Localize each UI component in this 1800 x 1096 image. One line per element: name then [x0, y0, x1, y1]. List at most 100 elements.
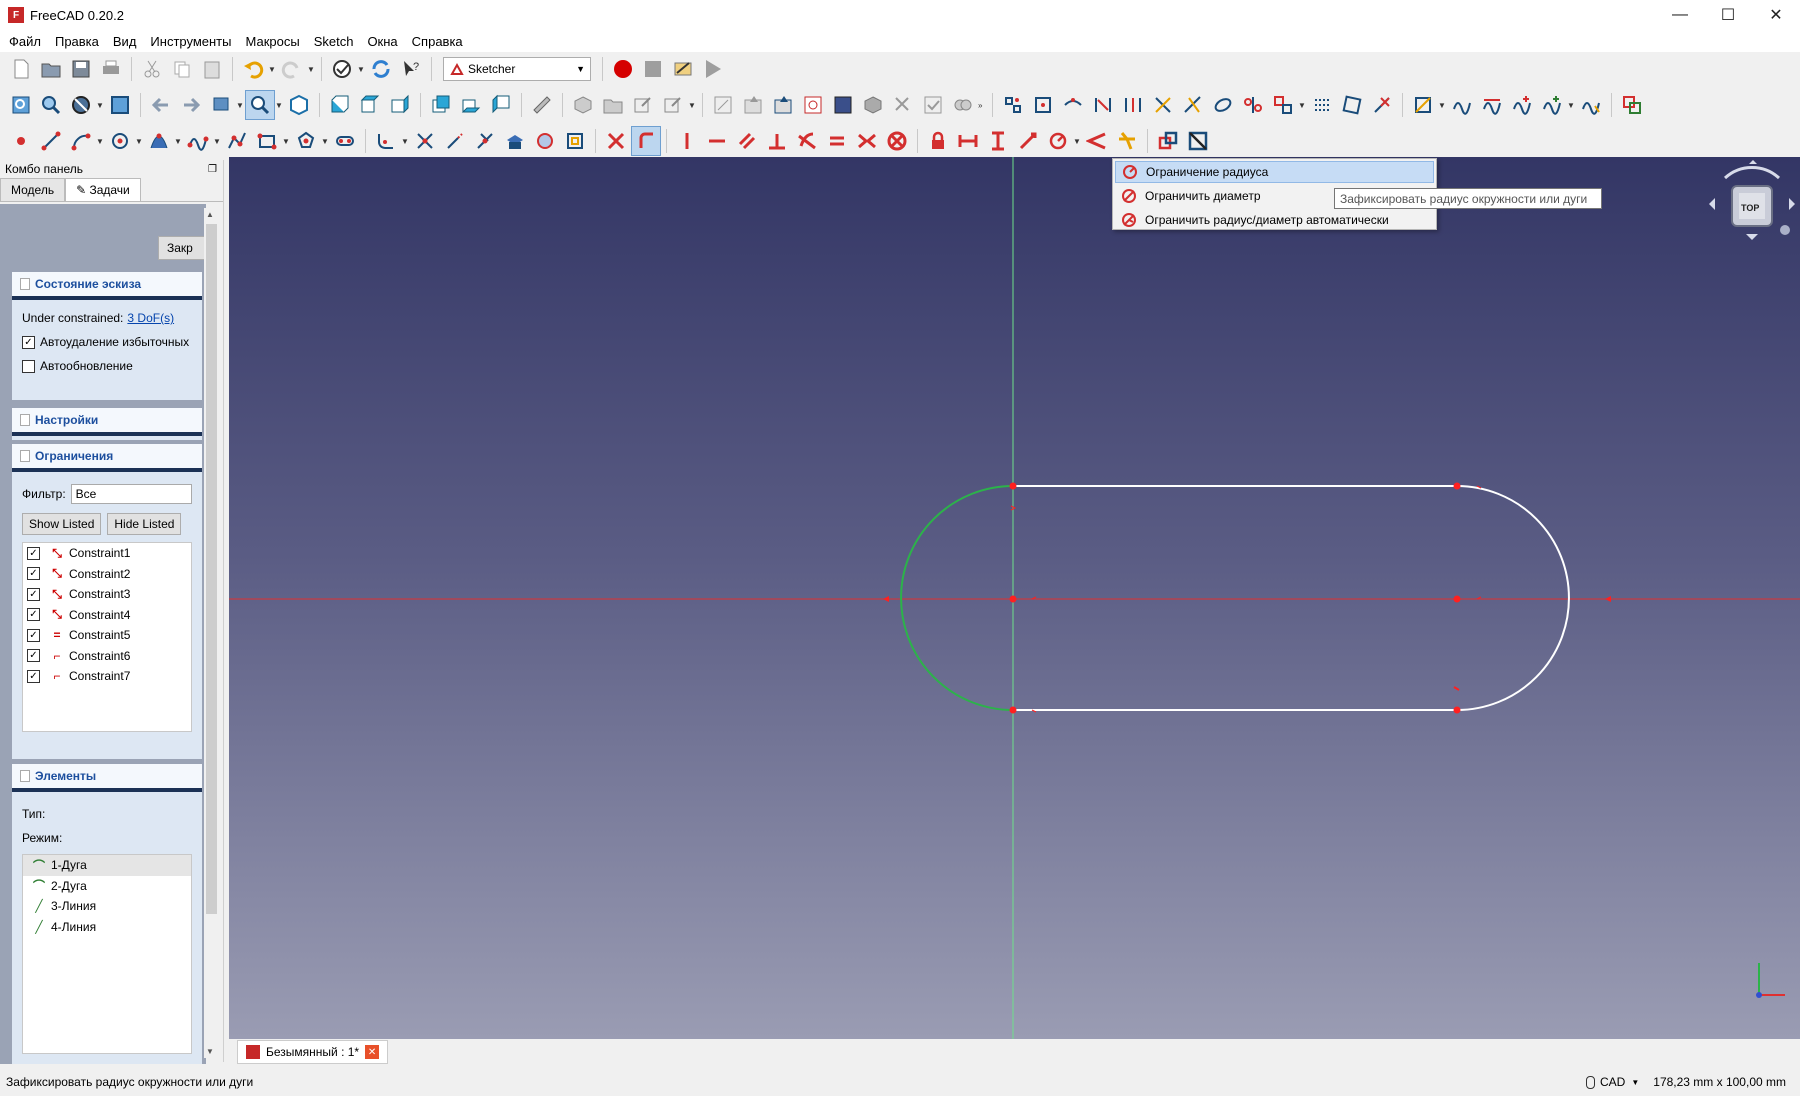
- restore-internal-geometry-icon[interactable]: [1208, 90, 1238, 120]
- constrain-lock-icon[interactable]: [923, 126, 953, 156]
- list-item[interactable]: ✓ ⌐ Constraint6: [23, 646, 191, 667]
- create-polygon-dropdown-icon[interactable]: ▼: [321, 137, 330, 146]
- draw-style-dropdown-icon[interactable]: ▼: [96, 101, 105, 110]
- list-item[interactable]: ✓ ⤡ Constraint4: [23, 605, 191, 626]
- sync-view-dropdown-icon[interactable]: ▼: [236, 101, 245, 110]
- external-geometry-icon[interactable]: [500, 126, 530, 156]
- view-section-icon[interactable]: [828, 90, 858, 120]
- 3d-viewport[interactable]: [229, 157, 1800, 1039]
- measure-distance-icon[interactable]: [527, 90, 557, 120]
- constraint-checkbox[interactable]: ✓: [27, 628, 40, 642]
- construction-mode-icon[interactable]: [560, 126, 590, 156]
- select-partially-redundant-icon[interactable]: [1148, 90, 1178, 120]
- validate-sketch-icon[interactable]: [918, 90, 948, 120]
- list-item[interactable]: ✓ ⌐ Constraint7: [23, 666, 191, 687]
- whats-this-icon[interactable]: ?: [396, 54, 426, 84]
- constrain-snell-icon[interactable]: [1112, 126, 1142, 156]
- create-polyline-icon[interactable]: [222, 126, 252, 156]
- part-icon[interactable]: [568, 90, 598, 120]
- view-isometric-icon[interactable]: [284, 90, 314, 120]
- menu-sketch[interactable]: Sketch: [307, 34, 361, 49]
- forward-icon[interactable]: [176, 90, 206, 120]
- reorient-sketch-icon[interactable]: [888, 90, 918, 120]
- settings-header[interactable]: Настройки: [12, 408, 202, 436]
- map-sketch-icon[interactable]: [858, 90, 888, 120]
- create-fillet-icon[interactable]: [371, 126, 401, 156]
- stop-macro-icon[interactable]: [638, 54, 668, 84]
- constraint-checkbox[interactable]: ✓: [27, 649, 40, 663]
- leave-sketch-icon[interactable]: [768, 90, 798, 120]
- workbench-selector[interactable]: Sketcher ▼: [443, 57, 591, 81]
- carbon-copy-geometry-icon[interactable]: [530, 126, 560, 156]
- toggle-active-icon[interactable]: [1183, 126, 1213, 156]
- undo-icon[interactable]: [238, 54, 268, 84]
- list-item[interactable]: ✓ ⤡ Constraint3: [23, 584, 191, 605]
- cut-icon[interactable]: [137, 54, 167, 84]
- auto-remove-checkbox[interactable]: ✓: [22, 335, 35, 349]
- scroll-down-icon[interactable]: ▼: [206, 1047, 214, 1056]
- list-item[interactable]: ⌒ 1-Дуга: [23, 855, 191, 876]
- create-slot-icon[interactable]: [330, 126, 360, 156]
- constrain-perpendicular-icon[interactable]: [762, 126, 792, 156]
- delete-all-constraints-icon[interactable]: [1367, 90, 1397, 120]
- close-task-button[interactable]: Закр: [158, 236, 206, 260]
- create-arc-dropdown-icon[interactable]: ▼: [96, 137, 105, 146]
- scrollbar-thumb[interactable]: [206, 224, 217, 914]
- split-icon[interactable]: [470, 126, 500, 156]
- create-fillet-dropdown-icon[interactable]: ▼: [401, 137, 410, 146]
- refine-dropdown-icon[interactable]: ▼: [357, 65, 366, 74]
- constrain-coincident-icon[interactable]: [601, 126, 631, 156]
- view-right-icon[interactable]: [385, 90, 415, 120]
- create-rectangle-icon[interactable]: [252, 126, 282, 156]
- menu-windows[interactable]: Окна: [360, 34, 404, 49]
- elements-header[interactable]: Элементы: [12, 764, 202, 792]
- menu-macro[interactable]: Макросы: [238, 34, 306, 49]
- redo-icon[interactable]: [277, 54, 307, 84]
- constrain-vertical-distance-icon[interactable]: [983, 126, 1013, 156]
- constrain-symmetric-icon[interactable]: [852, 126, 882, 156]
- tab-model[interactable]: Модель: [0, 178, 66, 201]
- close-button[interactable]: ✕: [1752, 0, 1800, 30]
- group-icon[interactable]: [598, 90, 628, 120]
- clone-dropdown-icon[interactable]: ▼: [1298, 101, 1307, 110]
- dof-link[interactable]: 3 DoF(s): [127, 311, 174, 325]
- extend-icon[interactable]: [440, 126, 470, 156]
- toggle-construction-dropdown-icon[interactable]: ▼: [1438, 101, 1447, 110]
- create-line-icon[interactable]: [36, 126, 66, 156]
- navigation-cube[interactable]: TOP: [1705, 158, 1799, 258]
- bspline-dropdown-icon[interactable]: ▼: [1567, 101, 1576, 110]
- constraints-header[interactable]: Ограничения: [12, 444, 202, 472]
- constrain-horizontal-distance-icon[interactable]: [953, 126, 983, 156]
- create-polygon-icon[interactable]: [291, 126, 321, 156]
- view-top-icon[interactable]: [355, 90, 385, 120]
- view-front-icon[interactable]: [325, 90, 355, 120]
- view-sketch-icon[interactable]: [798, 90, 828, 120]
- fit-selection-icon[interactable]: [36, 90, 66, 120]
- switch-virtual-space-icon[interactable]: [1617, 90, 1647, 120]
- select-origin-icon[interactable]: [1028, 90, 1058, 120]
- menu-tools[interactable]: Инструменты: [143, 34, 238, 49]
- create-circle-icon[interactable]: [105, 126, 135, 156]
- save-icon[interactable]: [66, 54, 96, 84]
- bspline-increase-icon[interactable]: [1507, 90, 1537, 120]
- copy-icon[interactable]: [167, 54, 197, 84]
- create-bspline-dropdown-icon[interactable]: ▼: [213, 137, 222, 146]
- constraint-checkbox[interactable]: ✓: [27, 669, 40, 683]
- menu-view[interactable]: Вид: [106, 34, 144, 49]
- toggle-driving-icon[interactable]: [1153, 126, 1183, 156]
- view-rear-icon[interactable]: [426, 90, 456, 120]
- hide-listed-button[interactable]: Hide Listed: [107, 513, 182, 535]
- list-item[interactable]: ✓ = Constraint5: [23, 625, 191, 646]
- navigation-style-selector[interactable]: CAD ▼: [1586, 1075, 1639, 1089]
- constrain-radius-dropdown-icon[interactable]: ▼: [1073, 137, 1082, 146]
- constrain-vertical-icon[interactable]: [672, 126, 702, 156]
- zoom-dropdown-icon[interactable]: ▼: [275, 101, 284, 110]
- create-conic-dropdown-icon[interactable]: ▼: [174, 137, 183, 146]
- menu-file[interactable]: Файл: [2, 34, 48, 49]
- macro-editor-icon[interactable]: [668, 54, 698, 84]
- menu-item-constrain-radius-diameter-auto[interactable]: Ограничить радиус/диаметр автоматически: [1115, 209, 1434, 231]
- view-bottom-icon[interactable]: [456, 90, 486, 120]
- create-circle-dropdown-icon[interactable]: ▼: [135, 137, 144, 146]
- record-macro-icon[interactable]: [608, 54, 638, 84]
- auto-update-checkbox[interactable]: [22, 359, 35, 373]
